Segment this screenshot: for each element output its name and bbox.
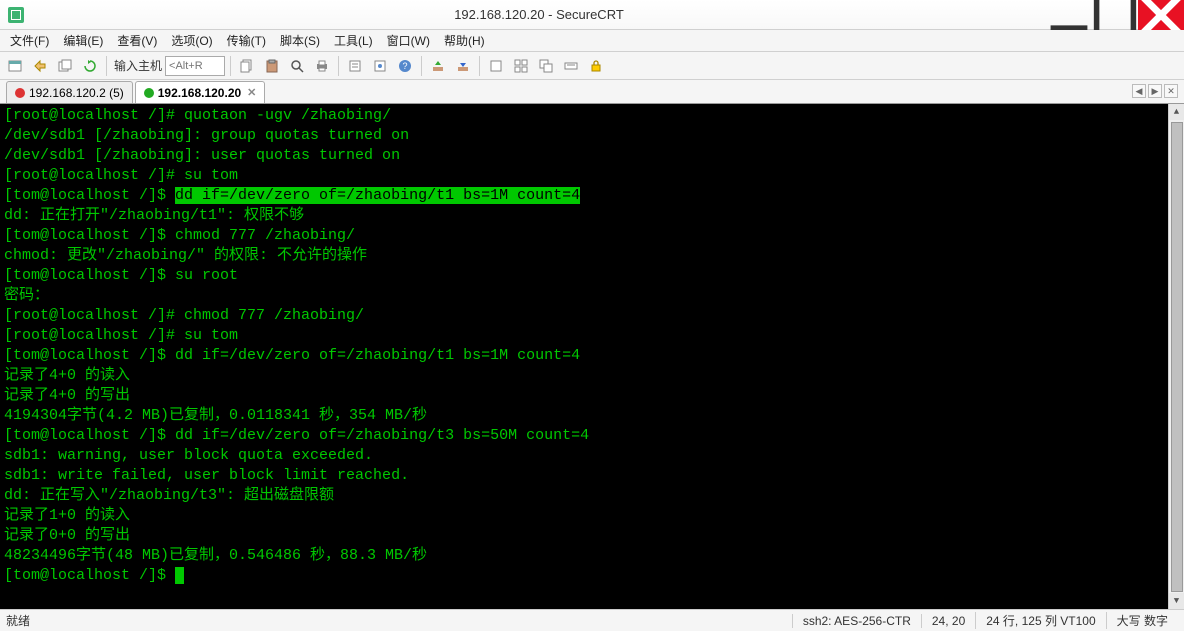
paste-icon[interactable] [261, 55, 283, 77]
menu-window[interactable]: 窗口(W) [381, 30, 436, 51]
minimize-button[interactable] [1046, 0, 1092, 30]
toolbar-sep-1 [106, 56, 107, 76]
titlebar: 192.168.120.20 - SecureCRT [0, 0, 1184, 30]
close-button[interactable] [1138, 0, 1184, 30]
menu-tools[interactable]: 工具(L) [328, 30, 379, 51]
status-connection: ssh2: AES-256-CTR [792, 614, 921, 628]
help-icon[interactable]: ? [394, 55, 416, 77]
toolbar-sep-2 [230, 56, 231, 76]
status-size: 24 行, 125 列 VT100 [975, 612, 1105, 629]
tab-1[interactable]: 192.168.120.20 ✕ [135, 81, 266, 103]
tab-label: 192.168.120.20 [158, 86, 241, 100]
zmodem-upload-icon[interactable] [427, 55, 449, 77]
tab-next-icon[interactable]: ▶ [1148, 84, 1162, 98]
menu-options[interactable]: 选项(O) [165, 30, 218, 51]
copy-icon[interactable] [236, 55, 258, 77]
keyboard-icon[interactable] [560, 55, 582, 77]
toolbar: 输入主机 ? [0, 52, 1184, 80]
connect-tab-icon[interactable] [54, 55, 76, 77]
toolbar-sep-3 [338, 56, 339, 76]
session-manager-icon[interactable] [4, 55, 26, 77]
lock-icon[interactable] [585, 55, 607, 77]
scroll-up-icon[interactable]: ▲ [1169, 104, 1184, 120]
app-icon [8, 7, 24, 23]
status-cursor: 24, 20 [921, 614, 975, 628]
new-window-icon[interactable] [485, 55, 507, 77]
svg-text:?: ? [403, 61, 408, 71]
menubar: 文件(F) 编辑(E) 查看(V) 选项(O) 传输(T) 脚本(S) 工具(L… [0, 30, 1184, 52]
window-buttons [1046, 0, 1184, 30]
tab-0[interactable]: 192.168.120.2 (5) [6, 81, 133, 103]
menu-help[interactable]: 帮助(H) [438, 30, 491, 51]
properties-icon[interactable] [344, 55, 366, 77]
zmodem-download-icon[interactable] [452, 55, 474, 77]
reconnect-icon[interactable] [79, 55, 101, 77]
host-input[interactable] [165, 56, 225, 76]
status-caps: 大写 数字 [1106, 612, 1178, 629]
scrollbar[interactable]: ▲ ▼ [1168, 104, 1184, 609]
cascade-icon[interactable] [535, 55, 557, 77]
host-label: 输入主机 [114, 57, 162, 74]
tab-nav: ◀ ▶ ✕ [1132, 84, 1178, 98]
quick-connect-icon[interactable] [29, 55, 51, 77]
find-icon[interactable] [286, 55, 308, 77]
toolbar-sep-4 [421, 56, 422, 76]
close-tab-icon[interactable]: ✕ [247, 86, 256, 99]
favorites-icon[interactable] [369, 55, 391, 77]
menu-script[interactable]: 脚本(S) [274, 30, 326, 51]
scroll-thumb[interactable] [1171, 122, 1183, 592]
maximize-button[interactable] [1092, 0, 1138, 30]
window-title: 192.168.120.20 - SecureCRT [32, 7, 1046, 22]
tab-label: 192.168.120.2 (5) [29, 86, 124, 100]
menu-transfer[interactable]: 传输(T) [221, 30, 272, 51]
tab-prev-icon[interactable]: ◀ [1132, 84, 1146, 98]
scroll-down-icon[interactable]: ▼ [1169, 593, 1184, 609]
toolbar-sep-5 [479, 56, 480, 76]
status-dot-icon [15, 88, 25, 98]
menu-view[interactable]: 查看(V) [111, 30, 163, 51]
tab-close-icon[interactable]: ✕ [1164, 84, 1178, 98]
statusbar: 就绪 ssh2: AES-256-CTR 24, 20 24 行, 125 列 … [0, 609, 1184, 631]
menu-file[interactable]: 文件(F) [4, 30, 55, 51]
menu-edit[interactable]: 编辑(E) [57, 30, 109, 51]
status-ready: 就绪 [6, 612, 30, 629]
tile-icon[interactable] [510, 55, 532, 77]
print-icon[interactable] [311, 55, 333, 77]
status-dot-icon [144, 88, 154, 98]
tabbar: 192.168.120.2 (5) 192.168.120.20 ✕ ◀ ▶ ✕ [0, 80, 1184, 104]
terminal[interactable]: [root@localhost /]# quotaon -ugv /zhaobi… [0, 104, 1184, 609]
